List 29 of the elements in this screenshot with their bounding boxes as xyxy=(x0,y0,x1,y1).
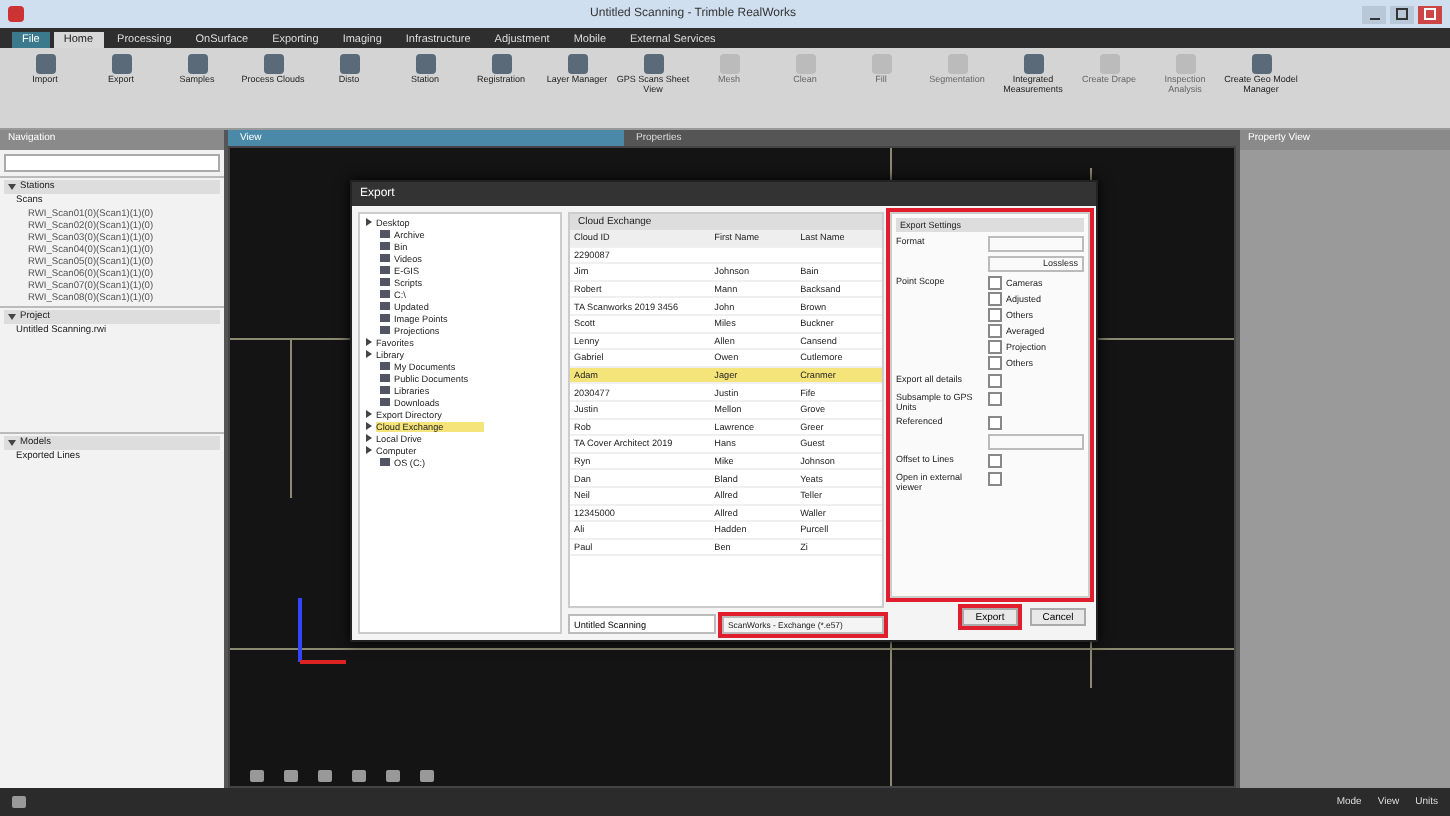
setting-dropdown[interactable] xyxy=(988,434,1084,450)
checkbox[interactable] xyxy=(988,374,1002,388)
expander-icon[interactable] xyxy=(366,218,372,226)
checkbox[interactable] xyxy=(988,324,1002,338)
checkbox[interactable] xyxy=(988,392,1002,406)
toolbar-icon[interactable] xyxy=(420,770,434,782)
checkbox[interactable] xyxy=(988,340,1002,354)
toolbar-icon[interactable] xyxy=(352,770,366,782)
checkbox[interactable] xyxy=(988,276,1002,290)
checkbox[interactable] xyxy=(988,454,1002,468)
expander-icon[interactable] xyxy=(8,184,16,190)
toolbar-icon[interactable] xyxy=(386,770,400,782)
maximize-icon[interactable] xyxy=(1390,5,1414,23)
expander-icon[interactable] xyxy=(8,314,16,320)
toolbar-icon[interactable] xyxy=(318,770,332,782)
checkbox[interactable] xyxy=(988,356,1002,370)
checkbox[interactable] xyxy=(988,472,1002,486)
search-field[interactable] xyxy=(4,154,220,172)
toolbar-icon[interactable] xyxy=(250,770,264,782)
checkbox[interactable] xyxy=(988,308,1002,322)
status-icon[interactable] xyxy=(12,796,26,808)
minimize-icon[interactable] xyxy=(1362,5,1386,23)
checkbox[interactable] xyxy=(988,292,1002,306)
checkbox[interactable] xyxy=(988,416,1002,430)
toolbar-icon[interactable] xyxy=(284,770,298,782)
setting-dropdown[interactable] xyxy=(988,236,1084,252)
expander-icon[interactable] xyxy=(8,440,16,446)
app-logo-icon[interactable] xyxy=(8,6,24,22)
folder-icon xyxy=(380,458,390,466)
